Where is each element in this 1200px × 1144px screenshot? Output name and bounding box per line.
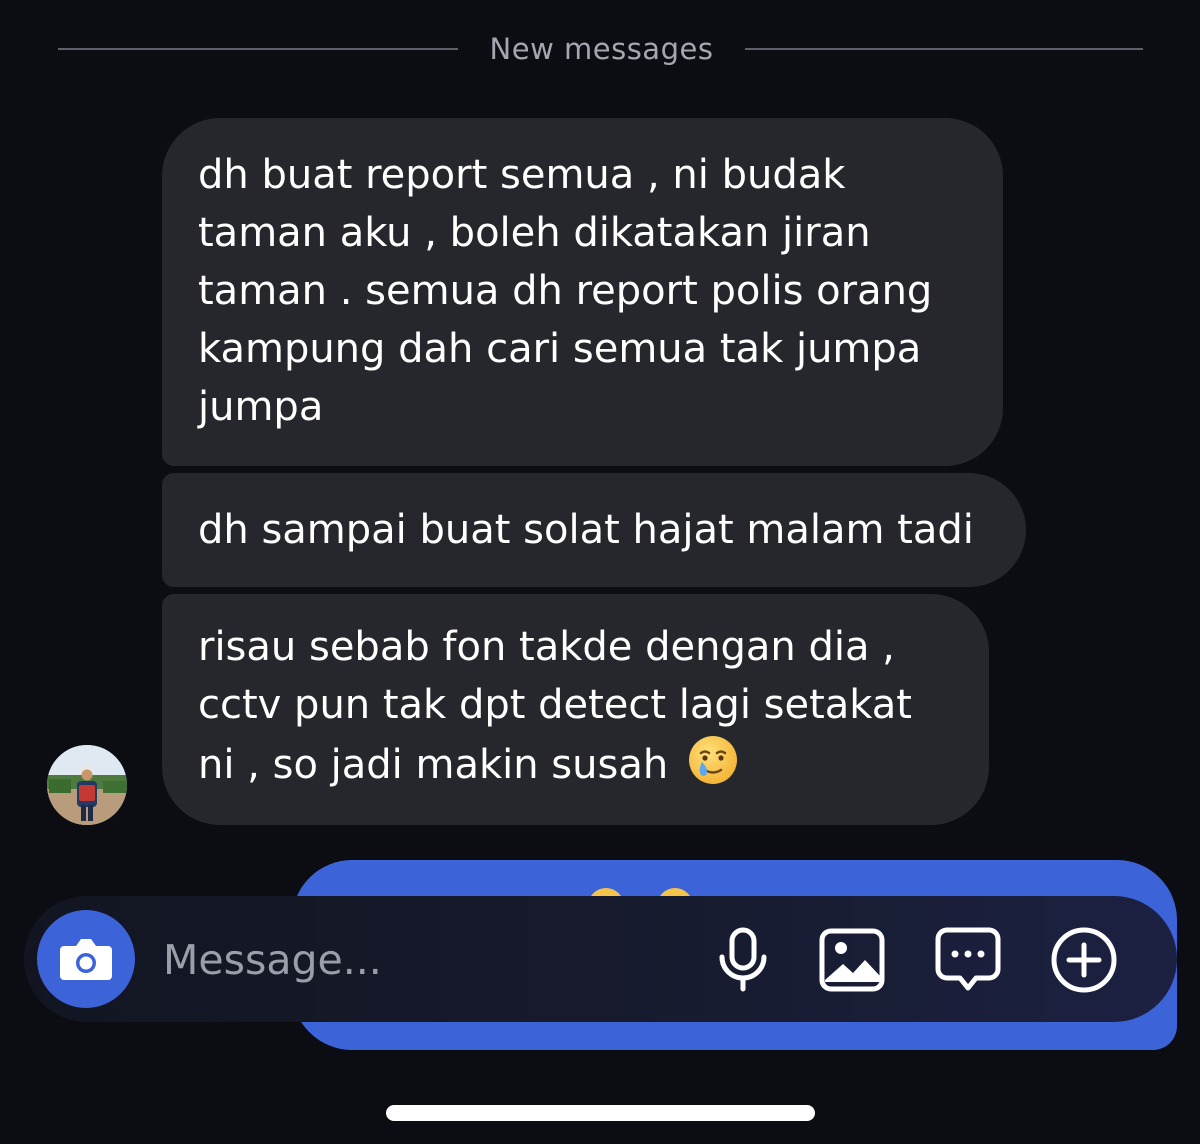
avatar-photo (47, 745, 127, 825)
sticker-button[interactable] (935, 927, 1001, 993)
message-text-line: dh sampai buat solat hajat malam tadi (198, 507, 974, 553)
message-text-line: cctv pun tak dpt detect lagi setakat (198, 682, 912, 728)
more-options-button[interactable] (1051, 927, 1117, 993)
divider-line-right (745, 48, 1143, 50)
message-text-line: taman aku , boleh dikatakan jiran (198, 210, 871, 256)
message-input[interactable] (163, 930, 683, 990)
gallery-button[interactable] (819, 927, 885, 993)
voice-message-button[interactable] (710, 927, 776, 993)
message-text-line: taman . semua dh report polis orang (198, 268, 933, 314)
message-text-line: kampung dah cari semua tak jumpa (198, 326, 922, 372)
plus-circle-icon (1051, 927, 1117, 993)
camera-icon (60, 939, 112, 980)
divider-line-left (58, 48, 458, 50)
message-last-line-wrapper: ni , so jadi makin susah (198, 734, 969, 794)
microphone-icon (719, 927, 767, 992)
received-message-bubble[interactable]: dh buat report semua , ni budak taman ak… (162, 118, 1003, 466)
new-messages-divider-label: New messages (489, 32, 714, 66)
message-text-line: jumpa (198, 384, 324, 430)
crying-smile-emoji-icon (688, 736, 737, 784)
image-icon (819, 928, 885, 992)
message-text-line: ni , so jadi makin susah (198, 742, 669, 788)
camera-button[interactable] (37, 910, 135, 1008)
message-text-line: dh buat report semua , ni budak (198, 152, 846, 198)
received-message-bubble[interactable]: dh sampai buat solat hajat malam tadi (162, 473, 1026, 587)
message-text-line: risau sebab fon takde dengan dia , (198, 624, 895, 670)
home-indicator[interactable] (386, 1105, 815, 1121)
received-message-bubble[interactable]: risau sebab fon takde dengan dia , cctv … (162, 594, 989, 825)
sender-avatar[interactable] (47, 745, 127, 825)
chat-bubble-icon (935, 927, 1001, 991)
